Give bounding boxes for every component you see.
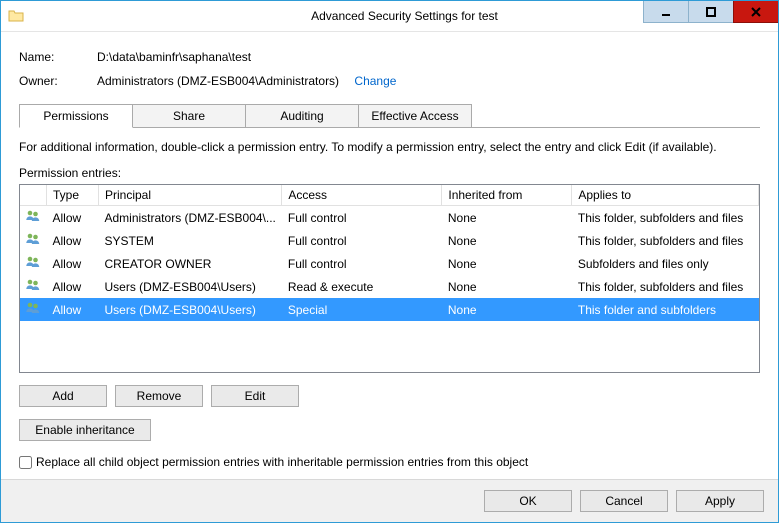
tab-strip: Permissions Share Auditing Effective Acc… [19, 104, 471, 128]
name-row: Name: D:\data\baminfr\saphana\test [19, 50, 760, 64]
cell-inherited: None [442, 252, 572, 275]
cell-applies: This folder and subfolders [572, 298, 759, 321]
folder-icon [1, 8, 31, 24]
window-buttons [643, 1, 778, 31]
cell-inherited: None [442, 206, 572, 230]
tab-auditing[interactable]: Auditing [245, 104, 359, 128]
cell-access: Read & execute [282, 275, 442, 298]
table-row[interactable]: AllowCREATOR OWNERFull controlNoneSubfol… [20, 252, 759, 275]
enable-inheritance-button[interactable]: Enable inheritance [19, 419, 151, 441]
permission-entries-grid[interactable]: Type Principal Access Inherited from App… [19, 184, 760, 373]
cell-access: Full control [282, 252, 442, 275]
permission-table: Type Principal Access Inherited from App… [20, 185, 759, 321]
name-value: D:\data\baminfr\saphana\test [97, 50, 251, 64]
edit-button[interactable]: Edit [211, 385, 299, 407]
tab-effective-access[interactable]: Effective Access [358, 104, 472, 128]
owner-value: Administrators (DMZ-ESB004\Administrator… [97, 74, 396, 88]
change-owner-link[interactable]: Change [354, 74, 396, 88]
cell-principal: SYSTEM [99, 229, 282, 252]
tab-permissions[interactable]: Permissions [19, 104, 133, 128]
cell-type: Allow [47, 229, 99, 252]
dialog-footer: OK Cancel Apply [1, 479, 778, 522]
cell-type: Allow [47, 252, 99, 275]
cell-type: Allow [47, 206, 99, 230]
col-inherited[interactable]: Inherited from [442, 185, 572, 206]
col-access[interactable]: Access [282, 185, 442, 206]
users-icon [20, 275, 47, 298]
cell-principal: Administrators (DMZ-ESB004\... [99, 206, 282, 230]
replace-checkbox-label: Replace all child object permission entr… [36, 455, 528, 469]
col-applies[interactable]: Applies to [572, 185, 759, 206]
entries-label: Permission entries: [19, 166, 760, 180]
table-row[interactable]: AllowUsers (DMZ-ESB004\Users)Read & exec… [20, 275, 759, 298]
cancel-button[interactable]: Cancel [580, 490, 668, 512]
table-row[interactable]: AllowSYSTEMFull controlNoneThis folder, … [20, 229, 759, 252]
cell-inherited: None [442, 298, 572, 321]
titlebar: Advanced Security Settings for test [1, 1, 778, 32]
users-icon [20, 206, 47, 230]
info-text: For additional information, double-click… [19, 140, 760, 154]
cell-type: Allow [47, 275, 99, 298]
owner-label: Owner: [19, 74, 97, 88]
minimize-button[interactable] [643, 1, 688, 23]
cell-applies: Subfolders and files only [572, 252, 759, 275]
replace-checkbox[interactable] [19, 456, 32, 469]
cell-applies: This folder, subfolders and files [572, 275, 759, 298]
inheritance-row: Enable inheritance [19, 419, 760, 441]
col-type[interactable]: Type [47, 185, 99, 206]
users-icon [20, 298, 47, 321]
cell-applies: This folder, subfolders and files [572, 229, 759, 252]
cell-inherited: None [442, 229, 572, 252]
table-row[interactable]: AllowUsers (DMZ-ESB004\Users)SpecialNone… [20, 298, 759, 321]
add-button[interactable]: Add [19, 385, 107, 407]
ok-button[interactable]: OK [484, 490, 572, 512]
users-icon [20, 229, 47, 252]
entry-buttons-row: Add Remove Edit [19, 385, 760, 407]
users-icon [20, 252, 47, 275]
table-row[interactable]: AllowAdministrators (DMZ-ESB004\...Full … [20, 206, 759, 230]
remove-button[interactable]: Remove [115, 385, 203, 407]
cell-access: Full control [282, 206, 442, 230]
owner-row: Owner: Administrators (DMZ-ESB004\Admini… [19, 74, 760, 88]
cell-access: Special [282, 298, 442, 321]
close-button[interactable] [733, 1, 778, 23]
table-header-row: Type Principal Access Inherited from App… [20, 185, 759, 206]
cell-type: Allow [47, 298, 99, 321]
cell-access: Full control [282, 229, 442, 252]
apply-button[interactable]: Apply [676, 490, 764, 512]
cell-principal: Users (DMZ-ESB004\Users) [99, 298, 282, 321]
col-icon[interactable] [20, 185, 47, 206]
cell-principal: Users (DMZ-ESB004\Users) [99, 275, 282, 298]
cell-inherited: None [442, 275, 572, 298]
cell-principal: CREATOR OWNER [99, 252, 282, 275]
cell-applies: This folder, subfolders and files [572, 206, 759, 230]
name-label: Name: [19, 50, 97, 64]
maximize-button[interactable] [688, 1, 733, 23]
replace-checkbox-row[interactable]: Replace all child object permission entr… [19, 455, 760, 469]
col-principal[interactable]: Principal [99, 185, 282, 206]
security-settings-window: Advanced Security Settings for test Name… [0, 0, 779, 523]
owner-text: Administrators (DMZ-ESB004\Administrator… [97, 74, 339, 88]
dialog-body: Name: D:\data\baminfr\saphana\test Owner… [1, 32, 778, 479]
tab-share[interactable]: Share [132, 104, 246, 128]
